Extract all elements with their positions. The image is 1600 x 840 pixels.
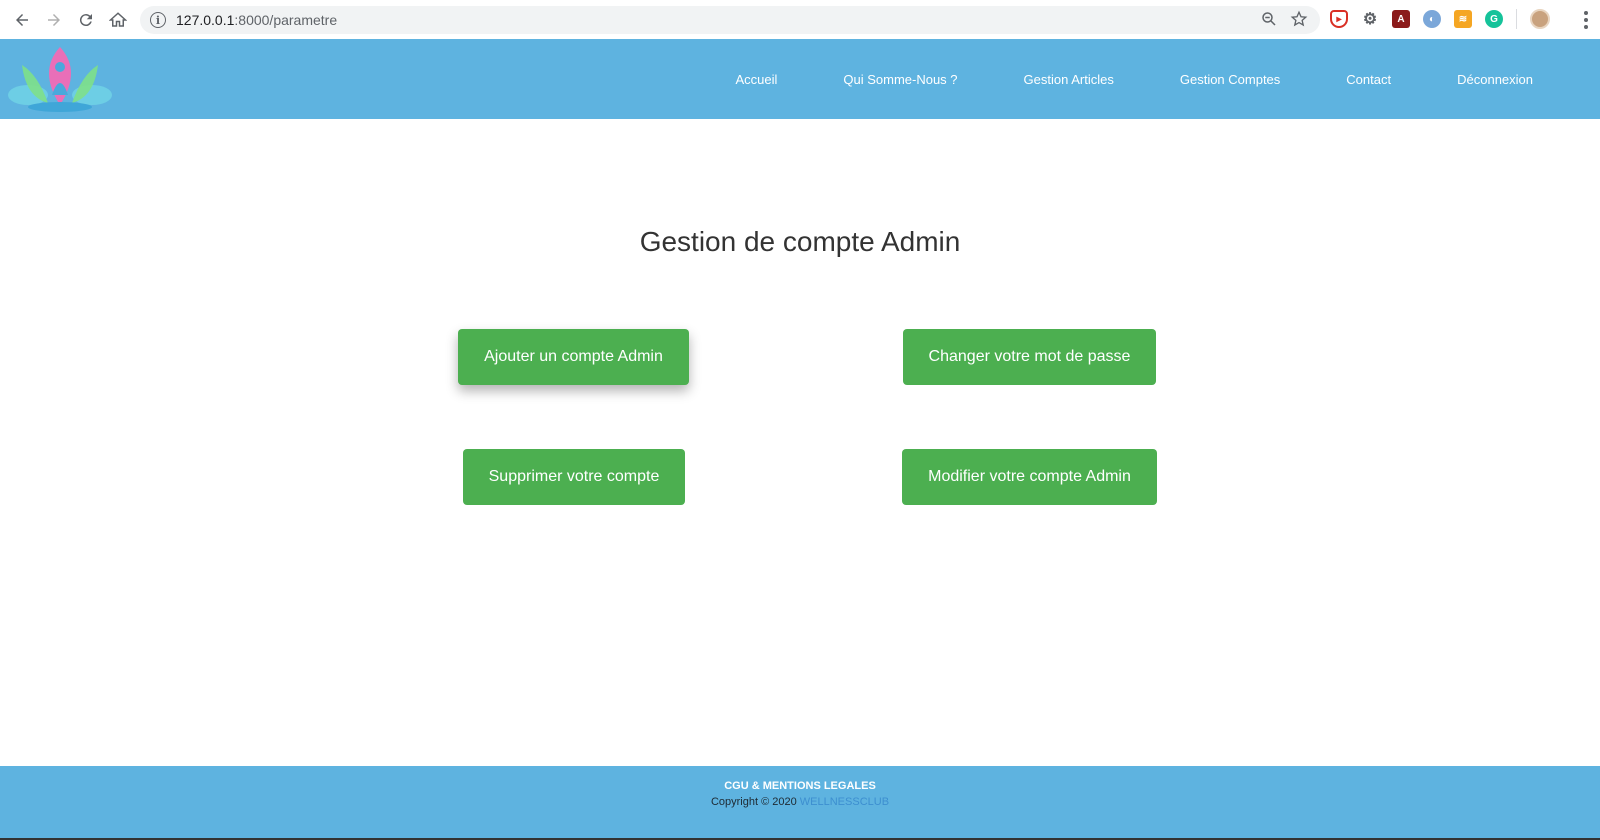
rss-extension-icon[interactable]: ≋ (1454, 10, 1472, 28)
page-title: Gestion de compte Admin (639, 226, 961, 257)
arrow-left-icon (16, 13, 28, 26)
footer-copyright: Copyright © 2020 WELLNESSCLUB (0, 796, 1600, 808)
browser-toolbar: i 127.0.0.1:8000/parametre ▸ ⚙ A ◐ ≋ G (0, 0, 1600, 40)
main-nav: Accueil Qui Somme-Nous ? Gestion Article… (702, 39, 1566, 119)
toolbar-divider (1516, 9, 1517, 29)
edit-admin-button[interactable]: Modifier votre compte Admin (902, 449, 1157, 505)
nav-gestion-articles[interactable]: Gestion Articles (991, 72, 1147, 87)
add-admin-button[interactable]: Ajouter un compte Admin (458, 329, 689, 385)
address-bar[interactable]: i 127.0.0.1:8000/parametre (140, 6, 1320, 34)
forward-button[interactable] (38, 4, 70, 36)
back-button[interactable] (6, 4, 38, 36)
footer-legal-link[interactable]: CGU & MENTIONS LEGALES (0, 780, 1600, 792)
shield-extension-icon[interactable]: ▸ (1330, 10, 1348, 28)
nav-deconnexion[interactable]: Déconnexion (1424, 72, 1566, 87)
info-icon[interactable]: i (150, 12, 166, 28)
copyright-text: Copyright © 2020 (710, 796, 800, 808)
brand-link[interactable]: WELLNESSCLUB (800, 796, 889, 808)
profile-avatar[interactable] (1530, 9, 1550, 29)
lotus-logo[interactable] (8, 45, 112, 113)
globe-extension-icon[interactable]: ◐ (1423, 10, 1441, 28)
reload-button[interactable] (70, 4, 102, 36)
home-icon (109, 11, 127, 27)
nav-contact[interactable]: Contact (1313, 72, 1424, 87)
gear-extension-icon[interactable]: ⚙ (1361, 10, 1379, 28)
zoom-icon[interactable] (1260, 10, 1278, 28)
browser-menu-icon[interactable] (1584, 11, 1588, 29)
home-button[interactable] (102, 4, 134, 36)
change-password-button[interactable]: Changer votre mot de passe (903, 329, 1156, 385)
grammarly-extension-icon[interactable]: G (1485, 10, 1503, 28)
url-host: 127.0.0.1 (176, 12, 235, 28)
nav-qui-sommes-nous[interactable]: Qui Somme-Nous ? (810, 72, 990, 87)
reload-icon (79, 13, 92, 26)
site-header: Accueil Qui Somme-Nous ? Gestion Article… (0, 39, 1600, 119)
url-path: :8000/parametre (234, 12, 338, 28)
nav-accueil[interactable]: Accueil (702, 72, 810, 87)
nav-gestion-comptes[interactable]: Gestion Comptes (1147, 72, 1313, 87)
star-icon[interactable] (1290, 10, 1308, 28)
pdf-extension-icon[interactable]: A (1392, 10, 1410, 28)
delete-account-button[interactable]: Supprimer votre compte (463, 449, 685, 505)
site-footer: CGU & MENTIONS LEGALES Copyright © 2020 … (0, 766, 1600, 840)
arrow-right-icon (48, 13, 60, 26)
